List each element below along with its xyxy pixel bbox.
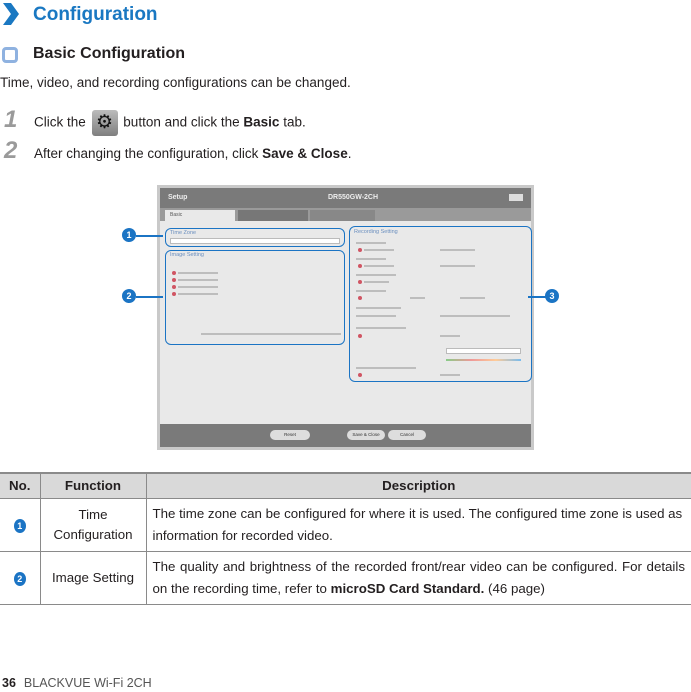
step-2-text: After changing the configuration, click … [34, 146, 351, 161]
description-text: (46 page) [488, 580, 545, 596]
number-badge: 2 [13, 571, 26, 586]
function-table: No. Function Description 1 Time Configur… [0, 472, 691, 605]
function-cell: Image Setting [39, 551, 146, 605]
callout-3: 3 [545, 289, 559, 303]
section-square-icon [2, 47, 18, 63]
setup-screenshot: Setup DR550GW-2CH Basic Time Zone Image … [157, 185, 534, 450]
header-no: No. [0, 472, 40, 499]
cancel-button: Cancel [388, 430, 426, 440]
panel-label: Time Zone [170, 230, 197, 236]
screenshot-button-bar: Reset Save & Close Cancel [160, 424, 531, 447]
reset-button: Reset [270, 430, 310, 440]
tab-basic: Basic [165, 210, 235, 221]
screenshot-tabs: Basic [160, 208, 531, 221]
gear-icon: ⚙ [91, 110, 118, 136]
step-number: 1 [4, 106, 18, 133]
recording-setting-panel: Recording Setting [349, 226, 532, 382]
panel-label: Recording Setting [354, 229, 398, 235]
description-cell: The time zone can be configured for wher… [145, 498, 691, 552]
time-zone-select [170, 238, 340, 244]
page-title: Configuration [33, 4, 158, 25]
callout-1: 1 [122, 228, 136, 242]
model-name: DR550GW-2CH [328, 194, 379, 201]
page-number: 36 [2, 676, 16, 690]
app-title: Setup [168, 194, 188, 201]
brightness-slider [201, 333, 341, 335]
function-cell: Time Configuration [39, 498, 146, 552]
step-text: tab. [283, 114, 306, 130]
step-bold: Save & Close [262, 146, 348, 161]
description-cell: The quality and brightness of the record… [145, 551, 691, 605]
step-number: 2 [4, 137, 18, 164]
screenshot-titlebar: Setup DR550GW-2CH [160, 188, 531, 208]
product-name: BLACKVUE Wi-Fi 2CH [23, 676, 152, 690]
save-close-button: Save & Close [347, 430, 385, 440]
step-text: . [347, 146, 352, 161]
panel-label: Image Setting [170, 252, 204, 258]
step-text: After changing the configuration, click [34, 146, 259, 161]
step-1-text: Click the ⚙ button and click the Basic t… [34, 110, 306, 136]
table-row: 1 Time Configuration The time zone can b… [0, 498, 691, 552]
tab-other [310, 210, 375, 221]
time-zone-panel: Time Zone [165, 228, 345, 247]
header-description: Description [145, 472, 691, 499]
tab-other [238, 210, 308, 221]
step-bold: Basic [243, 114, 280, 130]
image-setting-panel: Image Setting [165, 250, 345, 345]
step-text: button and click the [123, 114, 240, 130]
step-text: Click the [34, 114, 86, 130]
section-title: Basic Configuration [33, 45, 186, 62]
callout-2: 2 [122, 289, 136, 303]
chevron-right-icon [3, 3, 19, 25]
table-row: 2 Image Setting The quality and brightne… [0, 551, 691, 605]
toggle-icon [509, 194, 523, 201]
number-badge: 1 [13, 518, 26, 533]
table-header: No. Function Description [0, 472, 691, 499]
intro-text: Time, video, and recording configuration… [0, 75, 351, 90]
description-link: microSD Card Standard. [330, 580, 485, 596]
header-function: Function [39, 472, 146, 499]
page-footer: 36 BLACKVUE Wi-Fi 2CH [2, 676, 152, 690]
